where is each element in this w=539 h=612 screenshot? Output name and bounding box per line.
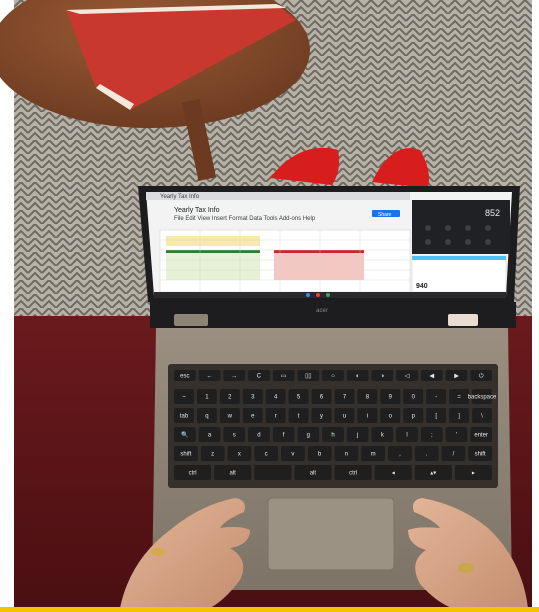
- key-label: ○: [331, 374, 335, 380]
- photo-illustration: Yearly Tax Info Yearly Tax Info File Edi…: [0, 0, 539, 612]
- key-label: x: [238, 452, 241, 458]
- key-label: ~: [182, 395, 186, 401]
- key-label: -: [435, 395, 437, 401]
- keyboard: esc ← → C ▭ ▯▯ ○ ◐ ◑ ◁ ◀ ▶ ⏻~ 1 2 3 4 5 6 7 8 9 0- = backspaceta…: [168, 364, 498, 488]
- ring: [458, 563, 474, 573]
- share-label: Share: [378, 212, 392, 218]
- trackpad[interactable]: [267, 497, 395, 571]
- sheet-menu: File Edit View Insert Format Data Tools …: [174, 216, 316, 222]
- key-label: ▭: [281, 374, 287, 380]
- key-label: l: [406, 433, 407, 439]
- key-label: j: [356, 433, 358, 439]
- key-label: g: [307, 433, 310, 439]
- laptop-lid: Yearly Tax Info Yearly Tax Info File Edi…: [138, 186, 520, 302]
- key-label: y: [320, 414, 323, 420]
- key-label: c: [265, 452, 268, 458]
- key-label: w: [227, 414, 233, 420]
- key-label: d: [257, 433, 260, 439]
- key-label: alt: [230, 471, 237, 477]
- key-label: tab: [180, 414, 189, 420]
- receipt-panel: 940: [411, 255, 507, 293]
- key-label: =: [457, 395, 461, 401]
- calculator-display: 852: [485, 208, 500, 218]
- key-label: ◂: [392, 471, 395, 477]
- key-label: shift: [475, 452, 486, 458]
- key-label: r: [275, 414, 277, 420]
- key-label: n: [345, 452, 348, 458]
- key-label: ▯▯: [305, 374, 312, 380]
- key-label: ▸: [472, 471, 475, 477]
- key-label: ': [456, 433, 457, 439]
- calculator-app: 852: [412, 200, 510, 254]
- key-label: esc: [180, 374, 189, 380]
- key-label: h: [331, 433, 334, 439]
- key-label: i: [367, 414, 368, 420]
- ring: [151, 548, 165, 556]
- key-label: ▶: [454, 374, 459, 380]
- key-label: ▴▾: [430, 471, 436, 477]
- doc-title: Yearly Tax Info: [174, 207, 220, 214]
- key-label: shift: [180, 452, 191, 458]
- key-label: ←: [207, 374, 213, 380]
- key-label: ◀: [429, 374, 434, 380]
- brand-logo: acer: [316, 308, 328, 314]
- key-label: s: [233, 433, 236, 439]
- key-label: z: [211, 452, 214, 458]
- key-label: backspace: [468, 395, 497, 401]
- key-label: ◑: [381, 374, 385, 380]
- key[interactable]: [254, 465, 292, 480]
- key-label: ◐: [356, 374, 360, 380]
- spreadsheet-grid: [159, 229, 411, 293]
- photo-scene: Yearly Tax Info Yearly Tax Info File Edi…: [0, 0, 539, 612]
- key-label: u: [343, 414, 346, 420]
- key-label: →: [231, 374, 237, 380]
- key-label: ⏻: [479, 373, 484, 380]
- bottom-accent-bar: [0, 607, 539, 612]
- key-label: ◁: [405, 374, 410, 380]
- key-label: alt: [310, 471, 317, 477]
- key-label: v: [291, 452, 294, 458]
- key-label: enter: [474, 433, 488, 439]
- key-label: ctrl: [349, 471, 357, 477]
- receipt-value: 940: [416, 283, 428, 290]
- window-title: Yearly Tax Info: [160, 194, 200, 200]
- key-label: ctrl: [189, 471, 197, 477]
- key-label: m: [371, 452, 376, 458]
- key-label: 🔍: [181, 431, 189, 439]
- key-label: C: [257, 374, 262, 380]
- key-label: q: [205, 414, 208, 420]
